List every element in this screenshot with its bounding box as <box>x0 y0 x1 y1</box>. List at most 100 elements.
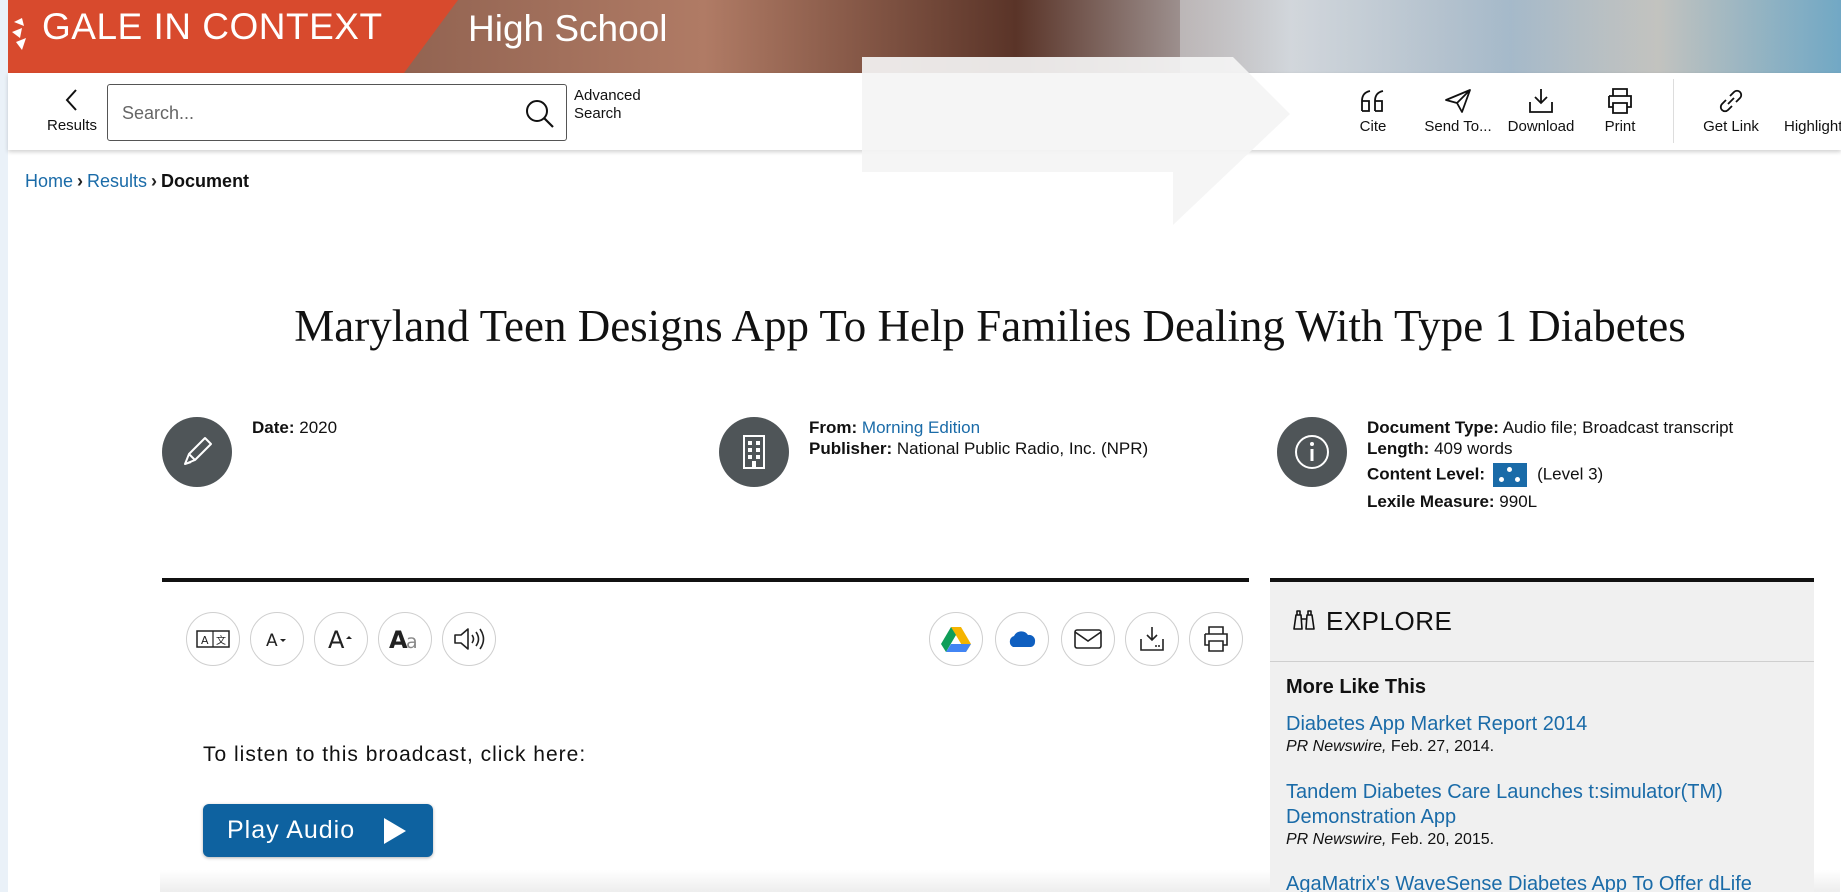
translate-button[interactable]: A 文 <box>186 612 240 666</box>
length-value: 409 words <box>1434 439 1513 458</box>
search-icon[interactable] <box>524 98 556 130</box>
lexile-value: 990L <box>1499 492 1538 511</box>
highlight-label: Highlight <box>1784 118 1841 135</box>
explore-panel: EXPLORE More Like This Diabetes App Mark… <box>1270 578 1814 892</box>
speaker-icon <box>454 628 485 650</box>
decrease-font-button[interactable]: A <box>250 612 304 666</box>
meta-date: Date: 2020 <box>252 417 337 438</box>
pen-icon <box>162 417 232 487</box>
breadcrumb-results[interactable]: Results <box>87 171 147 191</box>
list-item: AgaMatrix's WaveSense Diabetes App To Of… <box>1286 872 1806 892</box>
translate-icon: A 文 <box>196 630 230 648</box>
related-article-meta: PR Newswire, Feb. 27, 2014. <box>1286 737 1806 757</box>
article-download-button[interactable] <box>1125 612 1179 666</box>
document-title: Maryland Teen Designs App To Help Famili… <box>294 301 1686 351</box>
from-label: From: <box>809 418 858 437</box>
font-style-button[interactable]: A a <box>378 612 432 666</box>
related-article-source: PR Newswire, <box>1286 831 1387 848</box>
google-drive-icon <box>941 627 971 652</box>
envelope-icon <box>1074 629 1102 649</box>
article-print-button[interactable] <box>1189 612 1243 666</box>
listen-instruction: To listen to this broadcast, click here: <box>203 743 587 766</box>
highlight-button[interactable]: Highlight <box>1784 87 1841 135</box>
related-article-link[interactable]: Diabetes App Market Report 2014 <box>1286 712 1806 737</box>
get-link-button[interactable]: Get Link <box>1696 87 1766 135</box>
brand-name: GALE IN CONTEXT <box>42 6 383 47</box>
left-edge-strip <box>0 0 8 892</box>
play-icon <box>384 818 406 844</box>
from-link[interactable]: Morning Edition <box>862 418 980 437</box>
info-icon <box>1277 417 1347 487</box>
list-item: Tandem Diabetes Care Launches t:simulato… <box>1286 780 1806 850</box>
content-level-label: Content Level: <box>1367 464 1486 484</box>
advanced-search-line1: Advanced <box>574 87 641 104</box>
font-style-icon: A a <box>389 626 418 652</box>
download-icon <box>1529 89 1553 113</box>
cite-button[interactable]: Cite <box>1343 87 1403 135</box>
onedrive-button[interactable] <box>995 612 1049 666</box>
printer-icon <box>1204 626 1228 652</box>
date-value: 2020 <box>299 418 338 437</box>
doctype-value: Audio file; Broadcast transcript <box>1502 418 1734 437</box>
meta-details: Document Type: Audio file; Broadcast tra… <box>1367 417 1733 512</box>
length-label: Length: <box>1367 439 1430 458</box>
binoculars-icon <box>1293 610 1315 630</box>
chevron-left-icon <box>65 89 77 111</box>
svg-text:A: A <box>266 631 278 650</box>
back-label: Results <box>46 117 98 134</box>
send-to-button[interactable]: Send To... <box>1412 87 1504 135</box>
toolbar-divider <box>1673 79 1674 143</box>
email-button[interactable] <box>1061 612 1115 666</box>
related-article-date: Feb. 27, 2014. <box>1390 738 1495 755</box>
font-increase-icon: A <box>328 626 352 652</box>
ghost-arrow-overlay <box>862 57 1290 225</box>
lexile-label: Lexile Measure: <box>1367 492 1495 511</box>
listen-button[interactable] <box>442 612 496 666</box>
brand-edition: High School <box>468 8 668 49</box>
related-article-link[interactable]: AgaMatrix's WaveSense Diabetes App To Of… <box>1286 872 1806 892</box>
increase-font-button[interactable]: A <box>314 612 368 666</box>
play-audio-label: Play Audio <box>227 816 356 844</box>
print-button[interactable]: Print <box>1594 87 1646 135</box>
breadcrumb-home[interactable]: Home <box>25 171 73 191</box>
breadcrumb-current: Document <box>161 171 250 191</box>
chevron-right-icon: › <box>151 171 158 191</box>
explore-divider <box>1270 661 1814 662</box>
download-label: Download <box>1507 118 1575 135</box>
more-like-this-heading: More Like This <box>1286 676 1427 698</box>
advanced-search-line2: Search <box>574 105 622 122</box>
doctype-label: Document Type: <box>1367 418 1499 437</box>
related-article-date: Feb. 20, 2015. <box>1390 831 1495 848</box>
cite-label: Cite <box>1359 118 1387 135</box>
svg-text:A: A <box>328 626 345 652</box>
gale-logo-icon <box>12 18 26 50</box>
play-audio-button[interactable]: Play Audio <box>203 804 433 857</box>
publisher-value: National Public Radio, Inc. (NPR) <box>896 439 1149 458</box>
search-box <box>107 84 567 141</box>
svg-text:a: a <box>406 631 418 652</box>
google-drive-button[interactable] <box>929 612 983 666</box>
list-item: Diabetes App Market Report 2014 PR Newsw… <box>1286 712 1806 757</box>
related-article-source: PR Newswire, <box>1286 738 1387 755</box>
advanced-search-link[interactable]: Advanced Search <box>574 87 641 123</box>
explore-heading-text: EXPLORE <box>1326 606 1453 636</box>
building-icon <box>719 417 789 487</box>
explore-heading: EXPLORE <box>1290 606 1452 637</box>
related-article-link[interactable]: Tandem Diabetes Care Launches t:simulato… <box>1286 780 1806 830</box>
download-button[interactable]: Download <box>1500 87 1582 135</box>
font-decrease-icon: A <box>266 631 286 650</box>
content-level-value: (Level 3) <box>1537 464 1604 484</box>
meta-source: From: Morning Edition Publisher: Nationa… <box>809 417 1148 459</box>
onedrive-cloud-icon <box>1009 631 1036 647</box>
back-to-results-button[interactable]: Results <box>36 87 108 137</box>
printer-icon <box>1608 88 1632 114</box>
date-label: Date: <box>252 418 295 437</box>
chevron-right-icon: › <box>77 171 84 191</box>
search-input[interactable] <box>122 99 502 127</box>
content-level-badge-icon <box>1493 463 1528 487</box>
publisher-label: Publisher: <box>809 439 893 458</box>
get-link-label: Get Link <box>1703 118 1759 135</box>
related-article-meta: PR Newswire, Feb. 20, 2015. <box>1286 830 1806 850</box>
print-label: Print <box>1604 118 1636 135</box>
link-icon <box>1719 89 1743 113</box>
